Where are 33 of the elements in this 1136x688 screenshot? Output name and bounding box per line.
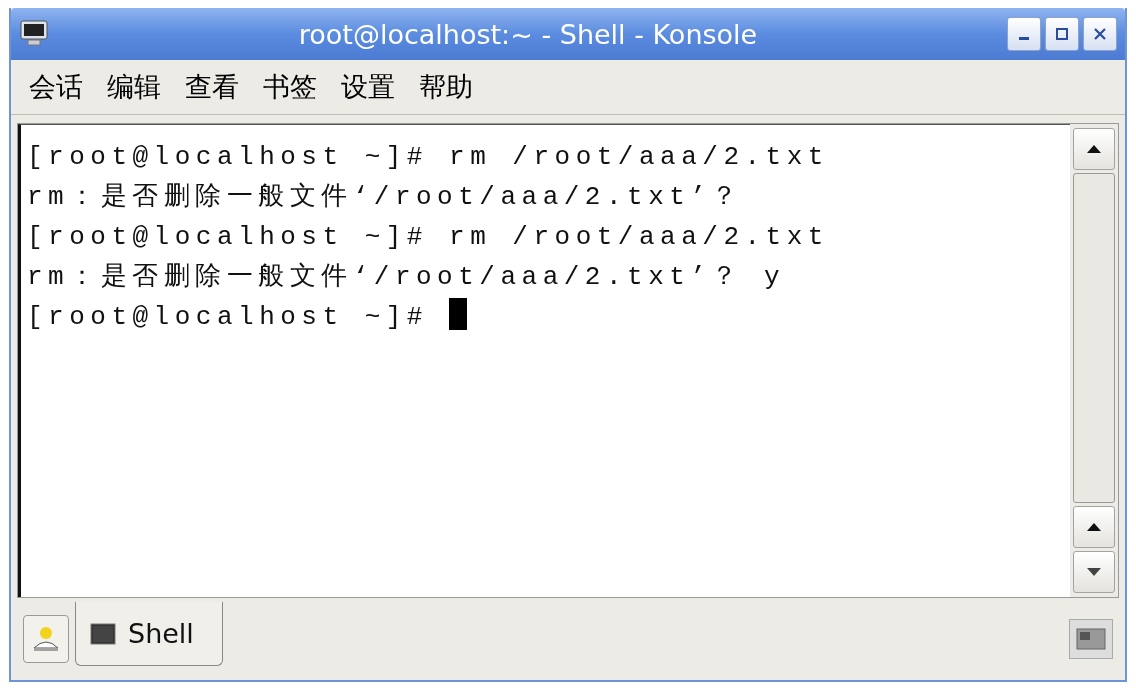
menu-item[interactable]: 编辑 (107, 69, 161, 105)
close-tab-button[interactable] (1069, 619, 1113, 659)
maximize-button[interactable] (1045, 17, 1079, 51)
terminal-line: [root@localhost ~]# rm /root/aaa/2.txt (27, 221, 830, 254)
monitor-icon (19, 20, 49, 48)
menu-item[interactable]: 帮助 (419, 69, 473, 105)
terminal-line: [root@localhost ~]# rm /root/aaa/2.txt (27, 141, 830, 174)
sun-landscape-icon (31, 624, 61, 654)
close-icon (1093, 27, 1107, 41)
session-tab[interactable]: Shell (75, 602, 223, 666)
menu-item[interactable]: 设置 (341, 69, 395, 105)
menu-item[interactable]: 会话 (29, 69, 83, 105)
terminal-area[interactable]: [root@localhost ~]# rm /root/aaa/2.txt rm：是否删除一般文件‘/root/aaa/2.txt’？ [root@localhost ~]# rm /root/aaa/2.txt rm：是否删除一般文件‘/root/aaa/2.txt’？ y [root@localhost ~]# (18, 124, 1070, 597)
menu-item[interactable]: 查看 (185, 69, 239, 105)
terminal-line: [root@localhost ~]# (27, 297, 1064, 337)
window-title: root@localhost:~ - Shell - Konsole (297, 18, 759, 50)
up-arrow-icon (1086, 144, 1102, 154)
close-button[interactable] (1083, 17, 1117, 51)
terminal-icon (90, 622, 116, 645)
maximize-icon (1055, 27, 1069, 41)
new-session-button[interactable] (23, 615, 69, 663)
menu-item[interactable]: 书签 (263, 69, 317, 105)
terminal-line: rm：是否删除一般文件‘/root/aaa/2.txt’？ (27, 181, 744, 214)
scroll-up-button[interactable] (1073, 128, 1115, 170)
scrollbar-thumb[interactable] (1073, 173, 1115, 503)
terminal-line: rm：是否删除一般文件‘/root/aaa/2.txt’？ y (27, 261, 787, 294)
up-arrow-icon (1086, 522, 1102, 532)
scroll-up-button[interactable] (1073, 506, 1115, 548)
minimize-icon (1019, 36, 1029, 40)
close-tab-icon (1076, 627, 1106, 651)
down-arrow-icon (1086, 567, 1102, 577)
minimize-button[interactable] (1007, 17, 1041, 51)
scroll-down-button[interactable] (1073, 551, 1115, 593)
